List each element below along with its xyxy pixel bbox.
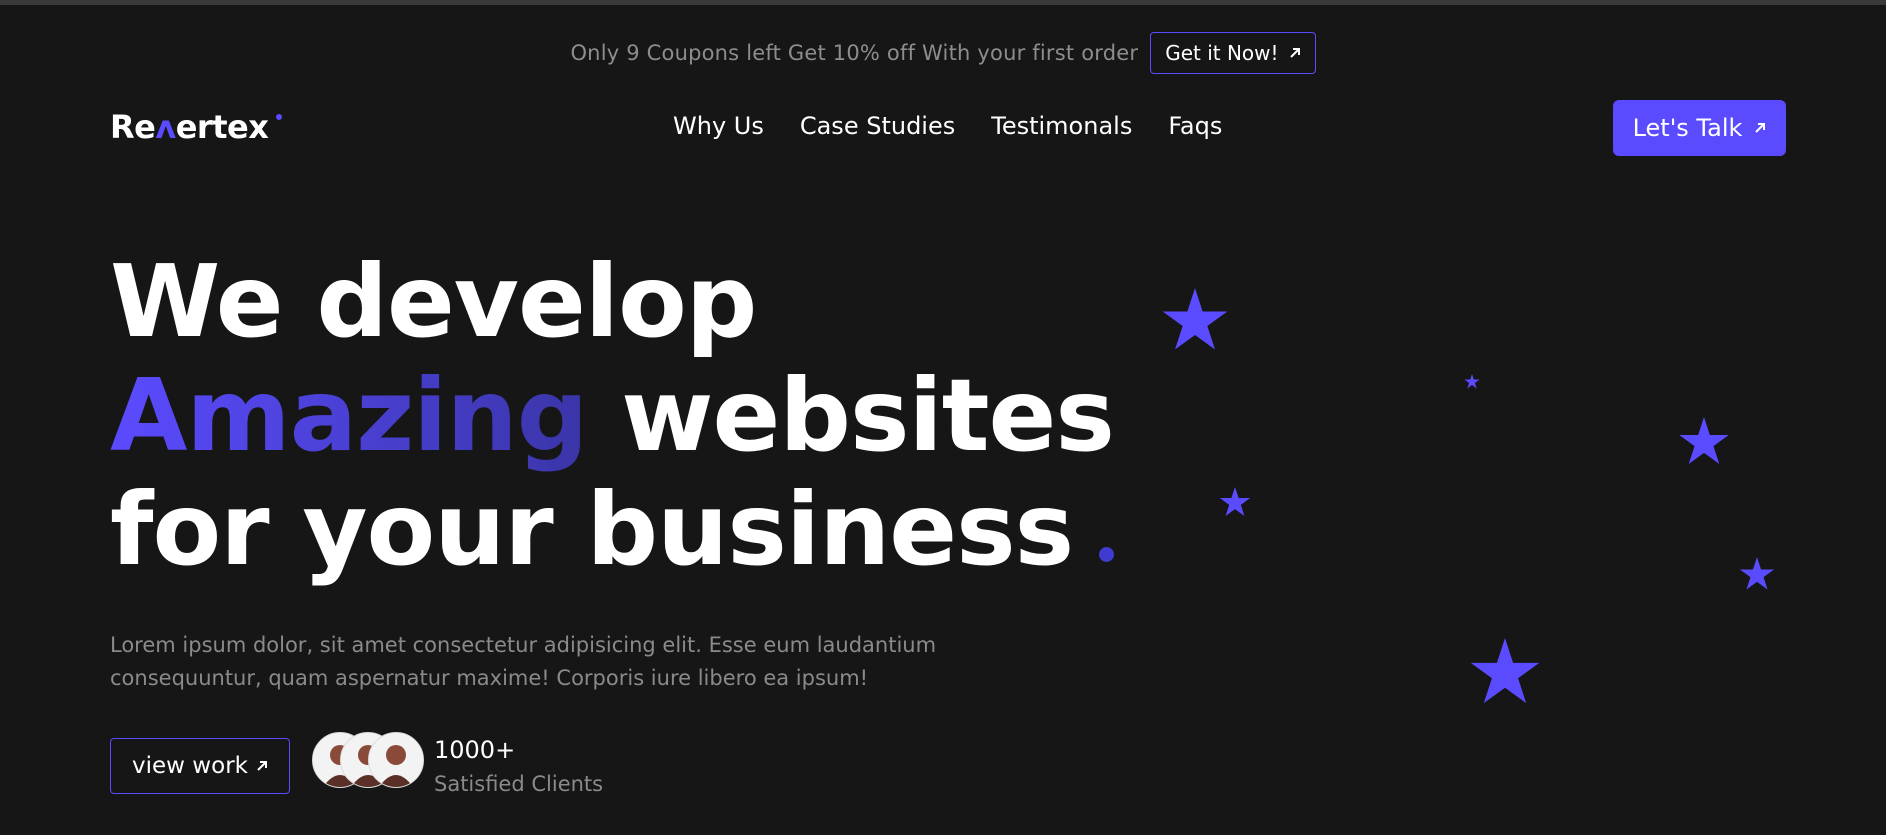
hero-line-1: We develop (110, 243, 757, 360)
nav-link-case-studies[interactable]: Case Studies (800, 112, 955, 140)
get-it-now-label: Get it Now! (1165, 41, 1279, 65)
arrow-up-right-icon (1754, 122, 1766, 134)
hero-line-2: Amazing websites (110, 357, 1115, 474)
star-icon (1470, 638, 1540, 704)
hero-line-2-rest: websites (621, 357, 1115, 474)
promo-text: Only 9 Coupons left Get 10% off With you… (570, 41, 1139, 65)
logo-text-end: ertex (175, 108, 269, 146)
hero-description: Lorem ipsum dolor, sit amet consectetur … (110, 633, 937, 690)
nav-links: Why Us Case Studies Testimonals Faqs (673, 112, 1222, 140)
navbar: Reʌertex Why Us Case Studies Testimonals… (110, 100, 1786, 156)
get-it-now-button[interactable]: Get it Now! (1150, 32, 1316, 74)
view-work-label: view work (132, 753, 248, 779)
hero-heading: We develop Amazing websites for your bus… (110, 243, 1115, 587)
nav-link-faqs[interactable]: Faqs (1168, 112, 1222, 140)
logo-caret: ʌ (155, 108, 176, 146)
logo-dot (276, 114, 283, 120)
clients-count: 1000+ (434, 736, 516, 764)
hero-line-3-text: for your business (110, 471, 1074, 588)
nav-link-why-us[interactable]: Why Us (673, 112, 764, 140)
star-icon (1739, 557, 1775, 590)
arrow-up-right-icon (1289, 47, 1301, 59)
star-icon (1679, 417, 1729, 465)
logo-text-start: Re (110, 108, 156, 146)
promo-bar: Only 9 Coupons left Get 10% off With you… (0, 30, 1886, 76)
star-icon (1162, 288, 1228, 350)
star-icon (1464, 374, 1480, 389)
hero-actions: view work 1000+ Satisfied Clients (110, 728, 810, 796)
clients-label: Satisfied Clients (434, 772, 604, 796)
lets-talk-label: Let's Talk (1632, 114, 1743, 142)
hero-dot (1099, 547, 1115, 562)
client-avatars (312, 732, 432, 788)
hero-line-3: for your business (110, 473, 1115, 587)
window-top-border (0, 0, 1886, 5)
star-icon (1219, 487, 1251, 516)
arrow-up-right-icon (256, 760, 268, 772)
logo[interactable]: Reʌertex (110, 108, 283, 146)
lets-talk-button[interactable]: Let's Talk (1613, 100, 1786, 156)
view-work-button[interactable]: view work (110, 738, 290, 794)
avatar (368, 732, 424, 788)
nav-link-testimonals[interactable]: Testimonals (991, 112, 1132, 140)
hero-accent-word: Amazing (110, 357, 588, 474)
